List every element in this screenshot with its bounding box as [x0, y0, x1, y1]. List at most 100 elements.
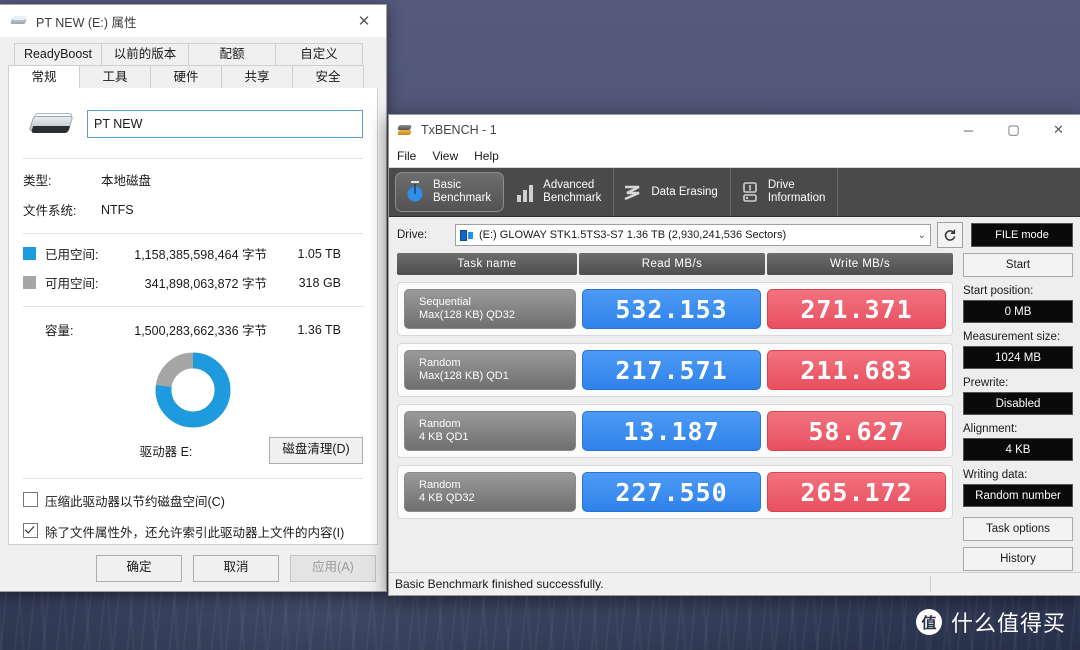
- menu-view[interactable]: View: [432, 149, 458, 163]
- history-button[interactable]: History: [963, 547, 1073, 571]
- drive-type-value: 本地磁盘: [101, 174, 152, 188]
- compress-drive-checkbox[interactable]: [23, 492, 38, 507]
- measurement-size-label: Measurement size:: [963, 331, 1061, 343]
- prewrite-value[interactable]: Disabled: [963, 392, 1073, 415]
- used-space-bytes: 1,158,385,598,464 字节: [134, 248, 267, 262]
- chevron-down-icon[interactable]: ⌄: [914, 230, 926, 241]
- txbench-title: TxBENCH - 1: [421, 123, 497, 137]
- divider-1: [23, 158, 363, 159]
- ok-button[interactable]: 确定: [96, 554, 182, 582]
- results-header-row: Task name Read MB/s Write MB/s: [397, 253, 953, 275]
- menu-help[interactable]: Help: [474, 149, 499, 163]
- benchmark-settings-panel: Start Start position: 0 MB Measurement s…: [953, 253, 1073, 572]
- tab-tools[interactable]: 工具: [79, 65, 151, 88]
- index-contents-checkbox-row[interactable]: 除了文件属性外，还允许索引此驱动器上文件的内容(I): [23, 522, 363, 541]
- index-contents-checkbox[interactable]: [23, 523, 38, 538]
- tab-advanced-benchmark-label: Advanced Benchmark: [543, 179, 602, 204]
- drive-label: Drive:: [397, 229, 428, 241]
- capacity-human: 1.36 TB: [297, 322, 341, 337]
- tab-row-primary: 常规 工具 硬件 共享 安全: [8, 65, 378, 88]
- disk-cleanup-button[interactable]: 磁盘清理(D): [269, 437, 363, 464]
- capacity-donut-chart: [23, 351, 363, 429]
- index-contents-label: 除了文件属性外，还允许索引此驱动器上文件的内容(I): [45, 526, 345, 540]
- volume-name-row: PT NEW: [23, 88, 363, 144]
- tab-readyboost[interactable]: ReadyBoost: [14, 43, 102, 65]
- compress-drive-checkbox-row[interactable]: 压缩此驱动器以节约磁盘空间(C): [23, 491, 363, 510]
- tab-advanced-benchmark[interactable]: Advanced Benchmark: [506, 168, 615, 216]
- drive-select[interactable]: (E:) GLOWAY STK1.5TS3-S7 1.36 TB (2,930,…: [455, 224, 931, 246]
- tab-customize[interactable]: 自定义: [275, 43, 363, 65]
- txbench-content: Drive: (E:) GLOWAY STK1.5TS3-S7 1.36 TB …: [389, 217, 1080, 595]
- capacity-label: 容量:: [45, 324, 74, 338]
- drive-type-label: 类型:: [23, 174, 52, 188]
- task-name-cell: Random 4 KB QD1: [404, 411, 576, 451]
- properties-titlebar: PT NEW (E:) 属性 ✕: [0, 5, 386, 37]
- volume-name-input[interactable]: PT NEW: [87, 110, 363, 138]
- tab-previous-versions[interactable]: 以前的版本: [101, 43, 189, 65]
- tab-data-erasing[interactable]: Data Erasing: [614, 168, 731, 216]
- tab-data-erasing-label: Data Erasing: [651, 185, 718, 198]
- free-space-swatch: [23, 276, 36, 289]
- benchmark-results: Task name Read MB/s Write MB/s Sequentia…: [397, 253, 953, 572]
- task-name-cell: Random Max(128 KB) QD1: [404, 350, 576, 390]
- tab-hardware[interactable]: 硬件: [150, 65, 222, 88]
- task-options-button[interactable]: Task options: [963, 517, 1073, 541]
- watermark-logo: 值: [915, 609, 942, 635]
- start-position-value[interactable]: 0 MB: [963, 300, 1073, 323]
- capacity-bytes: 1,500,283,662,336 字节: [134, 324, 267, 338]
- txbench-menubar: File View Help: [389, 145, 1080, 168]
- watermark: 值 什么值得买: [915, 606, 1066, 638]
- task-line-1: Sequential: [419, 296, 471, 308]
- tab-security[interactable]: 安全: [292, 65, 364, 88]
- task-line-2: Max(128 KB) QD1: [419, 370, 509, 382]
- tab-quota[interactable]: 配额: [188, 43, 276, 65]
- tab-drive-information[interactable]: Drive Information: [731, 168, 839, 216]
- used-space-human: 1.05 TB: [297, 246, 341, 261]
- writing-data-label: Writing data:: [963, 469, 1028, 481]
- table-row: Random 4 KB QD1 13.187 58.627: [397, 404, 953, 458]
- read-value-cell: 227.550: [582, 472, 761, 512]
- divider-2: [23, 233, 363, 234]
- txbench-titlebar: TxBENCH - 1 ─ ▢ ✕: [389, 115, 1080, 145]
- drive-small-icon: [460, 229, 474, 241]
- used-space-swatch: [23, 247, 36, 260]
- free-space-human: 318 GB: [298, 275, 341, 290]
- tab-sharing[interactable]: 共享: [221, 65, 293, 88]
- filesystem-row: 文件系统: NTFS: [23, 200, 363, 219]
- drive-properties-dialog: PT NEW (E:) 属性 ✕ ReadyBoost 以前的版本 配额 自定义…: [0, 4, 387, 592]
- cancel-button[interactable]: 取消: [193, 554, 279, 582]
- minimize-icon[interactable]: ─: [946, 115, 991, 145]
- tab-general[interactable]: 常规: [8, 65, 80, 88]
- window-controls: ─ ▢ ✕: [946, 115, 1080, 145]
- file-mode-button[interactable]: FILE mode: [971, 223, 1073, 247]
- txbench-tabs: BasicBenchmark AdvancedBenchmark Data: [389, 168, 1080, 217]
- properties-footer: 确定 取消 应用(A): [0, 545, 386, 591]
- close-icon[interactable]: ✕: [1036, 115, 1080, 145]
- tab-basic-benchmark[interactable]: Basic Benchmark: [395, 172, 505, 212]
- write-value-cell: 265.172: [767, 472, 946, 512]
- divider-3: [23, 306, 363, 307]
- read-value-cell: 217.571: [582, 350, 761, 390]
- alignment-value[interactable]: 4 KB: [963, 438, 1073, 461]
- measurement-size-value[interactable]: 1024 MB: [963, 346, 1073, 369]
- task-name-cell: Random 4 KB QD32: [404, 472, 576, 512]
- filesystem-value: NTFS: [101, 202, 134, 217]
- donut-svg: [155, 352, 231, 428]
- task-line-2: 4 KB QD32: [419, 492, 475, 504]
- hard-drive-icon: [23, 104, 77, 144]
- tab-drive-information-label: Drive Information: [767, 179, 826, 204]
- menu-file[interactable]: File: [397, 149, 416, 163]
- start-button[interactable]: Start: [963, 253, 1073, 277]
- task-name-cell: Sequential Max(128 KB) QD32: [404, 289, 576, 329]
- watermark-text: 什么值得买: [950, 611, 1066, 636]
- drive-select-value: (E:) GLOWAY STK1.5TS3-S7 1.36 TB (2,930,…: [479, 229, 787, 241]
- tab-basic-benchmark-label: Basic Benchmark: [433, 179, 492, 204]
- maximize-icon[interactable]: ▢: [991, 115, 1036, 145]
- refresh-icon[interactable]: [937, 222, 963, 248]
- table-row: Random Max(128 KB) QD1 217.571 211.683: [397, 343, 953, 397]
- divider-4: [23, 478, 363, 479]
- close-icon[interactable]: ✕: [342, 5, 386, 37]
- column-task-name: Task name: [397, 253, 577, 275]
- capacity-row: 容量: 1,500,283,662,336 字节 1.36 TB: [23, 320, 363, 339]
- writing-data-value[interactable]: Random number: [963, 484, 1073, 507]
